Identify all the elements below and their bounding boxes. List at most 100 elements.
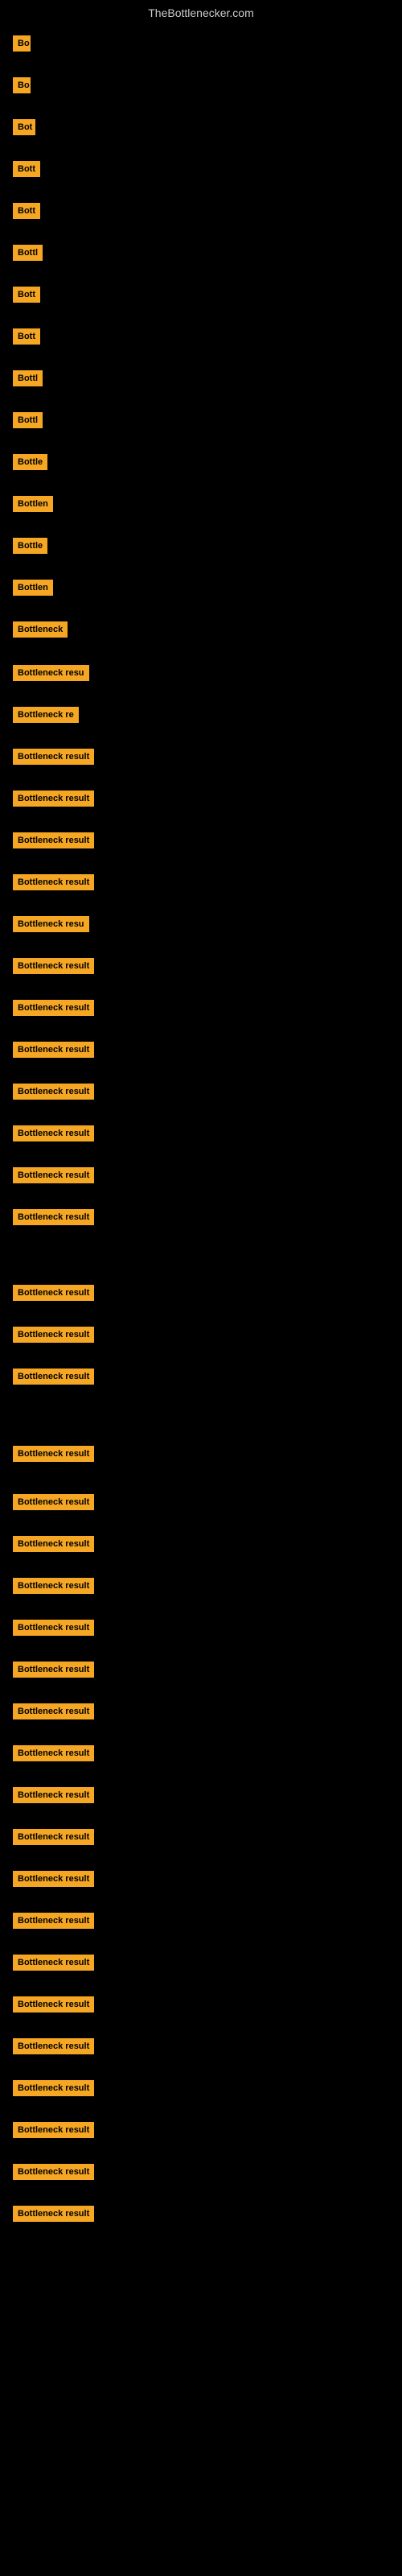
bottleneck-result-badge[interactable]: Bottleneck result — [13, 1913, 94, 1929]
bottleneck-result-badge[interactable]: Bottleneck result — [13, 1167, 94, 1183]
list-item: Bottleneck result — [6, 1824, 100, 1850]
bottleneck-result-badge[interactable]: Bottl — [13, 245, 43, 261]
bottleneck-result-badge[interactable]: Bottleneck result — [13, 2164, 94, 2180]
list-item: Bottleneck — [6, 617, 74, 642]
list-item: Bottleneck result — [6, 1782, 100, 1808]
list-item: Bottleneck result — [6, 1740, 100, 1766]
list-item: Bo — [6, 31, 37, 56]
list-item: Bottleneck resu — [6, 911, 96, 937]
list-item: Bottl — [6, 240, 49, 266]
bottleneck-result-badge[interactable]: Bottleneck result — [13, 832, 94, 848]
bottleneck-result-badge[interactable]: Bottle — [13, 454, 47, 470]
bottleneck-result-badge[interactable]: Bottleneck resu — [13, 665, 89, 681]
list-item: Bottleneck result — [6, 1079, 100, 1104]
bottleneck-result-badge[interactable]: Bottleneck result — [13, 1871, 94, 1887]
list-item: Bottleneck result — [6, 1364, 100, 1389]
bottleneck-result-badge[interactable]: Bottleneck result — [13, 874, 94, 890]
list-item: Bottleneck resu — [6, 660, 96, 686]
list-item: Bottleneck result — [6, 744, 100, 770]
list-item: Bottleneck re — [6, 702, 85, 728]
list-item: Bo — [6, 72, 37, 98]
bottleneck-result-badge[interactable]: Bottlen — [13, 580, 53, 596]
list-item: Bottleneck result — [6, 1489, 100, 1515]
list-item: Bottleneck result — [6, 2117, 100, 2143]
list-item: Bottleneck result — [6, 1992, 100, 2017]
list-item: Bottlen — [6, 491, 59, 517]
bottleneck-result-badge[interactable]: Bo — [13, 77, 31, 93]
bottleneck-result-badge[interactable]: Bottleneck result — [13, 1000, 94, 1016]
list-item: Bottl — [6, 365, 49, 391]
list-item: Bottleneck result — [6, 2075, 100, 2101]
bottleneck-result-badge[interactable]: Bottleneck result — [13, 1829, 94, 1845]
bottleneck-result-badge[interactable]: Bottleneck result — [13, 1494, 94, 1510]
list-item: Bottleneck result — [6, 786, 100, 811]
bottleneck-result-badge[interactable]: Bottleneck result — [13, 1125, 94, 1141]
list-item: Bottleneck result — [6, 2201, 100, 2227]
bottleneck-result-badge[interactable]: Bottle — [13, 538, 47, 554]
list-item: Bottleneck result — [6, 1037, 100, 1063]
bottleneck-result-badge[interactable]: Bottleneck result — [13, 1536, 94, 1552]
list-item: Bottleneck result — [6, 869, 100, 895]
bottleneck-result-badge[interactable]: Bottleneck result — [13, 749, 94, 765]
bottleneck-result-badge[interactable]: Bottleneck result — [13, 2122, 94, 2138]
list-item: Bottleneck result — [6, 828, 100, 853]
list-item: Bot — [6, 114, 42, 140]
bottleneck-result-badge[interactable]: Bottleneck result — [13, 1578, 94, 1594]
list-item: Bottleneck result — [6, 1699, 100, 1724]
bottleneck-result-badge[interactable]: Bottleneck result — [13, 1327, 94, 1343]
list-item: Bott — [6, 156, 47, 182]
bottleneck-result-badge[interactable]: Bott — [13, 287, 40, 303]
bottleneck-result-badge[interactable]: Bottleneck — [13, 621, 68, 638]
bottleneck-result-badge[interactable]: Bottleneck result — [13, 791, 94, 807]
bottleneck-result-badge[interactable]: Bottleneck result — [13, 1745, 94, 1761]
list-item: Bottleneck result — [6, 953, 100, 979]
bottleneck-result-badge[interactable]: Bottlen — [13, 496, 53, 512]
site-title: TheBottlenecker.com — [0, 0, 402, 23]
bottleneck-result-badge[interactable]: Bottleneck result — [13, 1042, 94, 1058]
bottleneck-result-badge[interactable]: Bottleneck result — [13, 1787, 94, 1803]
list-item: Bottleneck result — [6, 1280, 100, 1306]
bottleneck-result-badge[interactable]: Bottl — [13, 370, 43, 386]
list-item: Bottle — [6, 533, 54, 559]
bottleneck-result-badge[interactable]: Bott — [13, 203, 40, 219]
list-item: Bottleneck result — [6, 1204, 100, 1230]
bottleneck-result-badge[interactable]: Bott — [13, 328, 40, 345]
list-item: Bottleneck result — [6, 1322, 100, 1348]
list-item: Bottleneck result — [6, 1573, 100, 1599]
list-item: Bottleneck result — [6, 1950, 100, 1975]
list-item: Bottleneck result — [6, 1121, 100, 1146]
bottleneck-result-badge[interactable]: Bo — [13, 35, 31, 52]
list-item: Bott — [6, 282, 47, 308]
bottleneck-result-badge[interactable]: Bottleneck result — [13, 1368, 94, 1385]
bottleneck-result-badge[interactable]: Bottleneck result — [13, 1620, 94, 1636]
bottleneck-result-badge[interactable]: Bottleneck result — [13, 1084, 94, 1100]
bottleneck-result-badge[interactable]: Bottleneck result — [13, 958, 94, 974]
bottleneck-result-badge[interactable]: Bottleneck result — [13, 1703, 94, 1719]
bottleneck-result-badge[interactable]: Bottleneck resu — [13, 916, 89, 932]
bottleneck-result-badge[interactable]: Bottleneck result — [13, 1996, 94, 2013]
list-item: Bottle — [6, 449, 54, 475]
list-item: Bottleneck result — [6, 2033, 100, 2059]
bottleneck-result-badge[interactable]: Bottleneck result — [13, 1285, 94, 1301]
bottleneck-result-badge[interactable]: Bottleneck result — [13, 2080, 94, 2096]
list-item: Bottleneck result — [6, 1162, 100, 1188]
list-item: Bottleneck result — [6, 1908, 100, 1934]
list-item: Bottleneck result — [6, 2159, 100, 2185]
bottleneck-result-badge[interactable]: Bot — [13, 119, 35, 135]
bottleneck-result-badge[interactable]: Bottleneck result — [13, 2206, 94, 2222]
bottleneck-result-badge[interactable]: Bottl — [13, 412, 43, 428]
bottleneck-result-badge[interactable]: Bottleneck result — [13, 1955, 94, 1971]
list-item: Bottleneck result — [6, 1657, 100, 1682]
bottleneck-result-badge[interactable]: Bottleneck re — [13, 707, 79, 723]
bottleneck-result-badge[interactable]: Bott — [13, 161, 40, 177]
list-item: Bottleneck result — [6, 1441, 100, 1467]
list-item: Bottlen — [6, 575, 59, 601]
list-item: Bottl — [6, 407, 49, 433]
list-item: Bottleneck result — [6, 1615, 100, 1641]
list-item: Bott — [6, 198, 47, 224]
bottleneck-result-badge[interactable]: Bottleneck result — [13, 1446, 94, 1462]
bottleneck-result-badge[interactable]: Bottleneck result — [13, 1209, 94, 1225]
bottleneck-result-badge[interactable]: Bottleneck result — [13, 1662, 94, 1678]
list-item: Bottleneck result — [6, 995, 100, 1021]
bottleneck-result-badge[interactable]: Bottleneck result — [13, 2038, 94, 2054]
